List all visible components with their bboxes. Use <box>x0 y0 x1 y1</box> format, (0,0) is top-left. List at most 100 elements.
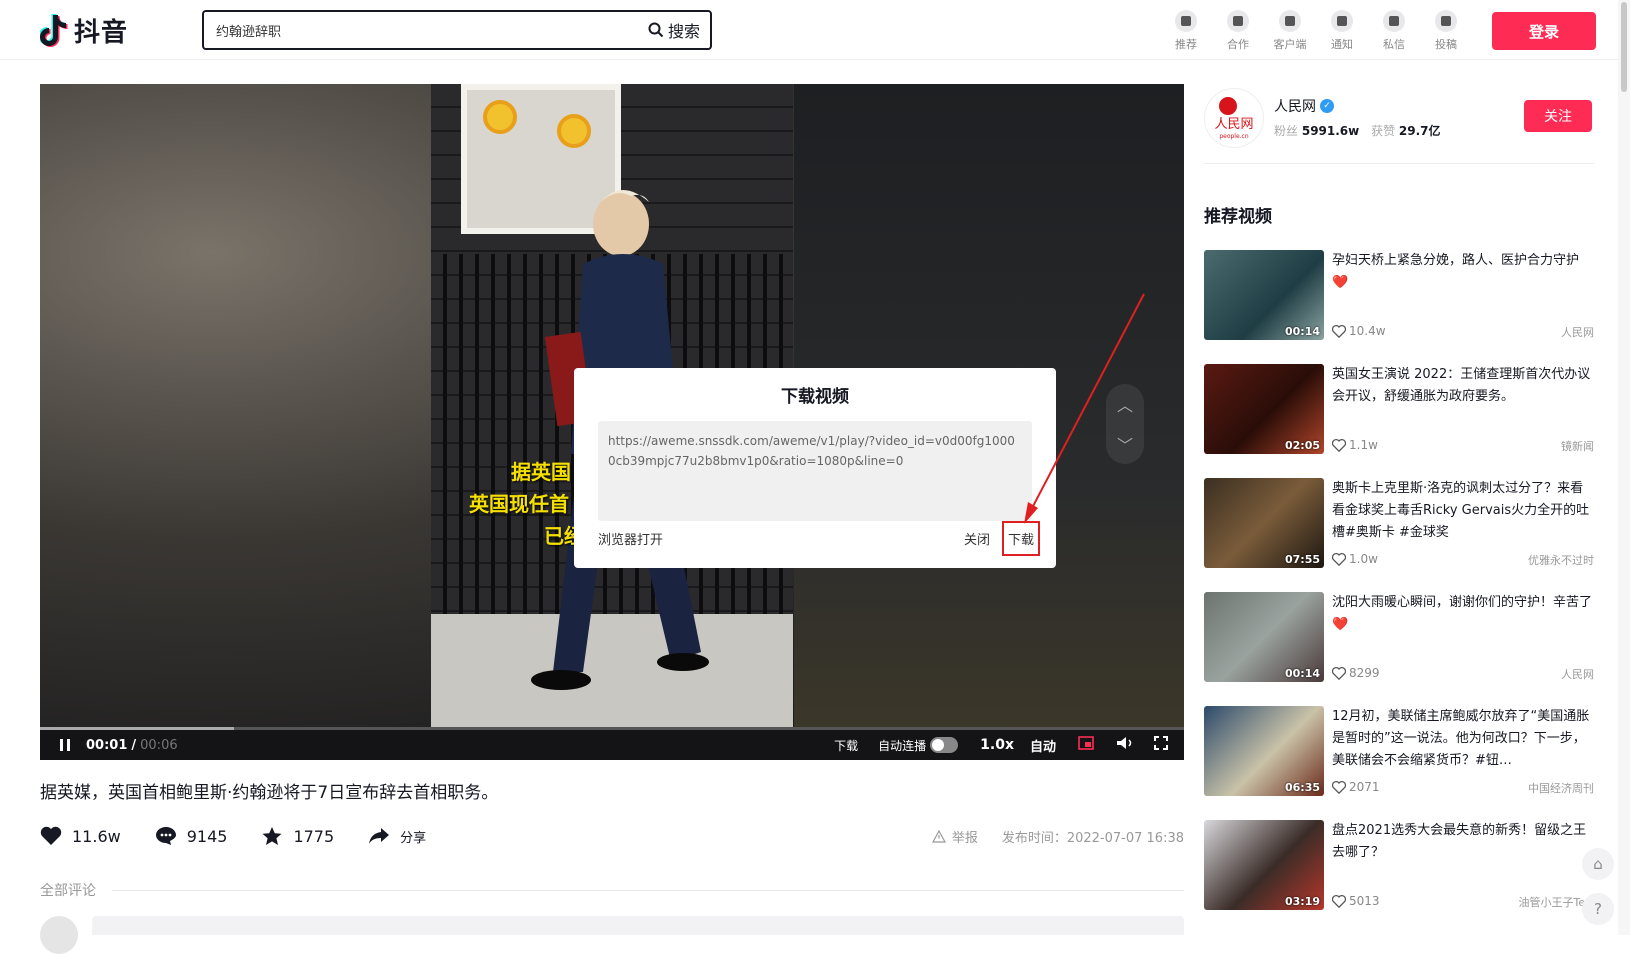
recommend-author[interactable]: 人民网 <box>1561 324 1594 340</box>
search-button[interactable]: 搜索 <box>648 18 710 42</box>
recommend-item-title[interactable]: 12月初，美联储主席鲍威尔放弃了“美国通胀是暂时的”这一说法。他为何改口？下一步… <box>1332 706 1592 772</box>
recommend-author[interactable]: 中国经济周刊 <box>1528 780 1594 796</box>
autoplay-label: 自动连播 <box>878 738 927 753</box>
recommend-likes: 10.4w <box>1332 324 1386 338</box>
comment-icon <box>155 827 176 845</box>
recommend-thumbnail[interactable]: 06:35 <box>1204 706 1324 796</box>
flower-decoration <box>483 100 517 134</box>
picture-in-picture-icon[interactable] <box>1078 736 1094 754</box>
autoplay-toggle[interactable]: 自动连播 <box>878 737 959 754</box>
player-download-button[interactable]: 下载 <box>834 737 858 754</box>
duration-badge: 06:35 <box>1284 781 1320 794</box>
recommend-item[interactable]: 00:14 孕妇天桥上紧急分娩，路人、医护合力守护❤️ 10.4w 人民网 <box>1204 250 1594 364</box>
author-name-text: 人民网 <box>1274 99 1316 115</box>
nav-upload[interactable]: 投稿 <box>1420 10 1472 52</box>
quality-button[interactable]: 自动 <box>1030 736 1056 755</box>
recommend-item-title[interactable]: 英国女王演说 2022：王储查理斯首次代办议会开议，舒缓通胀为政府要务。 <box>1332 364 1592 408</box>
recommend-item[interactable]: 00:14 沈阳大雨暖心瞬间，谢谢你们的守护！辛苦了❤️ 8299 人民网 <box>1204 592 1594 706</box>
author-card: 人民网 people.cn 人民网 ✓ 粉丝 5991.6w 获赞 29.7亿 … <box>1204 88 1594 164</box>
recommend-thumbnail[interactable]: 03:19 <box>1204 820 1324 910</box>
recommend-author[interactable]: 人民网 <box>1561 666 1594 682</box>
recommend-likes: 1.0w <box>1332 552 1378 566</box>
pause-icon[interactable] <box>58 738 72 752</box>
fans-count: 5991.6w <box>1301 124 1360 138</box>
recommend-thumbnail[interactable]: 07:55 <box>1204 478 1324 568</box>
report-button[interactable]: 举报 <box>931 827 978 846</box>
comments-title: 全部评论 <box>40 883 96 899</box>
subtitle-line: 据英国 <box>511 460 571 484</box>
nav-label: 客户端 <box>1273 38 1307 51</box>
duration-badge: 07:55 <box>1284 553 1320 566</box>
recommend-author[interactable]: 优雅永不过时 <box>1528 552 1594 568</box>
duration-badge: 00:14 <box>1284 325 1320 338</box>
volume-icon[interactable] <box>1116 736 1134 754</box>
recommend-likes: 5013 <box>1332 894 1380 908</box>
toggle-switch[interactable] <box>930 737 959 753</box>
modal-close-button[interactable]: 关闭 <box>964 529 990 548</box>
recommend-thumbnail[interactable]: 00:14 <box>1204 250 1324 340</box>
recommend-likes: 8299 <box>1332 666 1380 680</box>
open-in-browser-button[interactable]: 浏览器打开 <box>598 529 663 548</box>
comment-input[interactable] <box>92 916 1184 935</box>
video-meta: 举报 发布时间：2022-07-07 16:38 <box>931 827 1184 846</box>
recommend-item[interactable]: 03:19 盘点2021选秀大会最失意的新秀！留级之王去哪了？ 5013 油管小… <box>1204 820 1594 934</box>
recommend-thumbnail[interactable]: 02:05 <box>1204 364 1324 454</box>
duration-badge: 00:14 <box>1284 667 1320 680</box>
likes-label: 获赞 <box>1371 124 1396 138</box>
upload-icon <box>1435 10 1457 32</box>
favorite-button[interactable]: 1775 <box>261 826 334 846</box>
nav-label: 合作 <box>1227 38 1249 51</box>
like-button[interactable]: 11.6w <box>40 826 121 846</box>
recommend-item-title[interactable]: 奥斯卡上克里斯·洛克的讽刺太过分了？来看看金球奖上毒舌Ricky Gervais… <box>1332 478 1592 544</box>
recommend-thumbnail[interactable]: 00:14 <box>1204 592 1324 682</box>
nav-cooperate[interactable]: 合作 <box>1212 10 1264 52</box>
svg-text:people.cn: people.cn <box>1219 133 1249 140</box>
nav-client[interactable]: 客户端 <box>1264 10 1316 52</box>
nav-recommend[interactable]: 推荐 <box>1160 10 1212 52</box>
nav-notify[interactable]: 通知 <box>1316 10 1368 52</box>
search-input[interactable] <box>204 12 648 48</box>
speed-button[interactable]: 1.0x <box>980 737 1014 753</box>
login-button[interactable]: 登录 <box>1492 12 1596 50</box>
people-daily-logo: 人民网 people.cn <box>1214 97 1254 140</box>
author-avatar[interactable]: 人民网 people.cn <box>1204 88 1264 148</box>
fullscreen-icon[interactable] <box>1154 736 1168 754</box>
search-bar: 搜索 <box>202 10 712 50</box>
recommend-likes-count: 8299 <box>1349 666 1380 680</box>
recommend-likes-count: 1.1w <box>1349 438 1378 452</box>
recommend-author[interactable]: 镜新闻 <box>1561 438 1594 454</box>
recommend-item[interactable]: 06:35 12月初，美联储主席鲍威尔放弃了“美国通胀是暂时的”这一说法。他为何… <box>1204 706 1594 820</box>
comment-button[interactable]: 9145 <box>155 826 227 846</box>
nav-label: 通知 <box>1331 38 1353 51</box>
favorite-count: 1775 <box>293 826 335 846</box>
recommend-item-title[interactable]: 孕妇天桥上紧急分娩，路人、医护合力守护❤️ <box>1332 250 1592 294</box>
recommend-item-title[interactable]: 盘点2021选秀大会最失意的新秀！留级之王去哪了？ <box>1332 820 1592 864</box>
video-url-field[interactable]: https://aweme.snssdk.com/aweme/v1/play/?… <box>598 421 1032 521</box>
nav-messages[interactable]: 私信 <box>1368 10 1420 52</box>
search-button-label: 搜索 <box>667 22 700 41</box>
video-description: 据英媒，英国首相鲍里斯·约翰逊将于7日宣布辞去首相职务。 <box>40 783 499 803</box>
help-icon[interactable]: ? <box>1582 893 1614 925</box>
heart-outline-icon <box>1332 780 1346 794</box>
share-button[interactable]: 分享 <box>368 826 426 846</box>
home-icon <box>1175 10 1197 32</box>
recommend-likes-count: 2071 <box>1349 780 1380 794</box>
author-name[interactable]: 人民网 ✓ <box>1274 96 1334 116</box>
flower-decoration <box>557 114 591 148</box>
recommend-title: 推荐视频 <box>1204 207 1272 227</box>
page-scrollbar[interactable] <box>1618 0 1630 935</box>
recommend-item[interactable]: 07:55 奥斯卡上克里斯·洛克的讽刺太过分了？来看看金球奖上毒舌Ricky G… <box>1204 478 1594 592</box>
heart-icon <box>40 826 62 845</box>
home-side-icon[interactable]: ⌂ <box>1582 848 1614 880</box>
video-stats: 11.6w 9145 1775 分享 举报 发布时间：2022-07-07 16… <box>40 826 1184 846</box>
follow-button[interactable]: 关注 <box>1524 100 1592 132</box>
author-stats: 粉丝 5991.6w 获赞 29.7亿 <box>1274 122 1449 139</box>
comments-divider <box>112 890 1184 891</box>
scrollbar-thumb[interactable] <box>1621 2 1627 92</box>
douyin-logo[interactable]: 抖音 <box>38 12 128 48</box>
report-label: 举报 <box>951 830 978 846</box>
recommend-item[interactable]: 02:05 英国女王演说 2022：王储查理斯首次代办议会开议，舒缓通胀为政府要… <box>1204 364 1594 478</box>
recommend-item-title[interactable]: 沈阳大雨暖心瞬间，谢谢你们的守护！辛苦了❤️ <box>1332 592 1592 636</box>
duration: 00:06 <box>140 737 178 753</box>
handshake-icon <box>1227 10 1249 32</box>
